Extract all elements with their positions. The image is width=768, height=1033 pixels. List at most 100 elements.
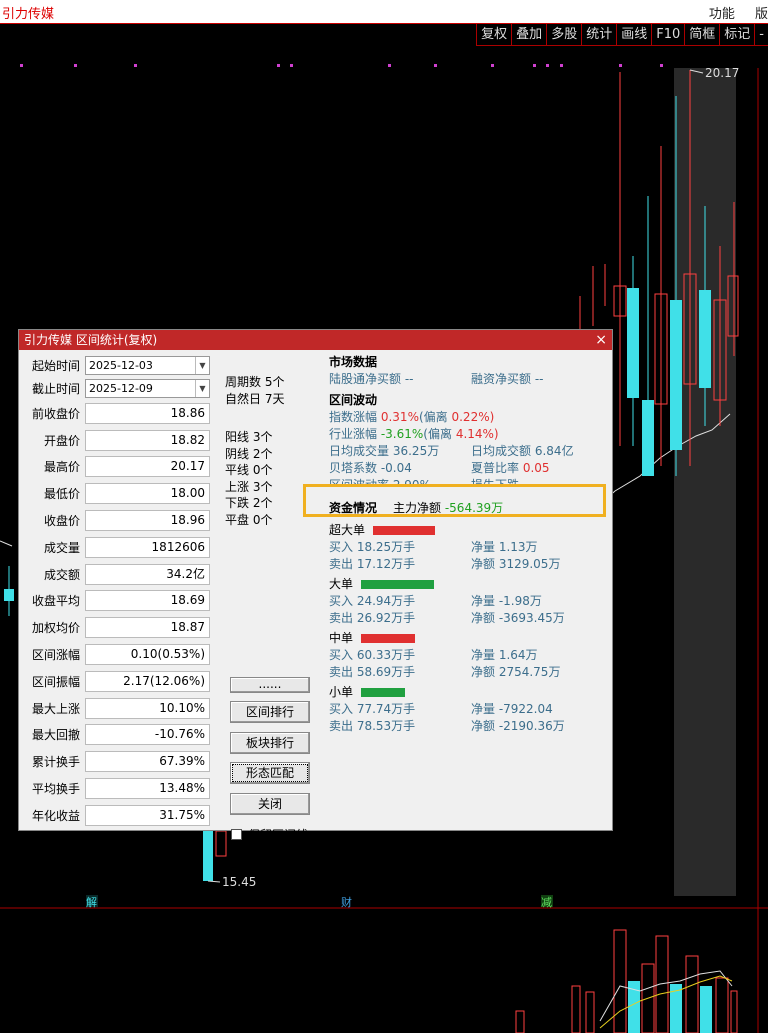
field-label: 区间振幅: [31, 674, 80, 689]
sharpe-value: 0.05: [522, 461, 550, 475]
toolbar-overlay-button[interactable]: 叠加: [511, 24, 547, 46]
field-value: 0.10(0.53%): [85, 644, 210, 666]
toolbar-fuquan-button[interactable]: 复权: [476, 24, 512, 46]
field-label: 最高价: [43, 460, 80, 475]
menu-function[interactable]: 功能: [709, 7, 735, 22]
industry-dev-value: 4.14%): [455, 427, 499, 441]
field-label: 加权均价: [31, 621, 80, 636]
chevron-down-icon[interactable]: ▼: [195, 380, 209, 397]
candle-stat: 阳线 3个: [225, 430, 273, 444]
toolbar-stats-button[interactable]: 统计: [581, 24, 617, 46]
field-value: 13.48%: [85, 778, 210, 800]
start-time-value: 2025-12-03: [89, 359, 153, 372]
volume-bars: [515, 929, 738, 1033]
keep-range-line-option[interactable]: 保留区间线: [231, 826, 308, 843]
group-buy: 买入 18.25万手: [329, 540, 416, 554]
group-net-vol: 净量 1.13万: [471, 540, 538, 554]
group-sell: 卖出 17.12万手: [329, 557, 416, 571]
field-value: 2.17(12.06%): [85, 670, 210, 692]
market-title: 市场数据: [329, 355, 378, 369]
menu-version[interactable]: 版: [755, 7, 768, 22]
group-sell: 卖出 78.53万手: [329, 719, 416, 733]
low-price-label: 15.45: [222, 875, 256, 889]
field-value: 34.2亿: [85, 563, 210, 585]
avg-amount-label: 日均成交额: [471, 444, 532, 458]
chevron-down-icon[interactable]: ▼: [195, 357, 209, 374]
keep-range-line-checkbox[interactable]: [231, 829, 242, 840]
industry-change-label: 行业涨幅: [329, 427, 378, 441]
margin-value: --: [534, 372, 544, 386]
group-net-amt: 净额 3129.05万: [471, 557, 561, 571]
stats-fields: 起始时间 2025-12-03 ▼ 截止时间 2025-12-09 ▼ 前收盘价 18…: [19, 354, 219, 829]
more-button[interactable]: ......: [230, 677, 310, 693]
field-label: 区间涨幅: [31, 648, 80, 663]
low-price-pointer: [207, 880, 221, 883]
group-title: 超大单: [329, 523, 366, 537]
group-net-vol: 净量 1.64万: [471, 648, 538, 662]
pattern-match-button[interactable]: 形态匹配: [230, 762, 310, 784]
field-label: 前收盘价: [31, 406, 80, 421]
avg-volume-value: 36.25万: [392, 444, 440, 458]
keep-range-line-label: 保留区间线: [248, 828, 309, 842]
field-value: 18.86: [85, 402, 210, 424]
marker-jie[interactable]: 解: [86, 895, 97, 909]
field-value: 1812606: [85, 536, 210, 558]
dialog-title: 引力传媒 区间统计(复权): [24, 333, 158, 347]
stock-name: 引力传媒: [2, 7, 55, 22]
top-menu: 功能 版: [709, 3, 768, 22]
beta-value: -0.04: [380, 461, 412, 475]
range-stats-dialog: 引力传媒 区间统计(复权) × 起始时间 2025-12-03 ▼ 截止时间 20…: [18, 329, 613, 842]
group-buy: 买入 24.94万手: [329, 594, 416, 608]
hk-connect-value: --: [404, 372, 414, 386]
field-label: 年化收益: [31, 808, 80, 823]
field-label: 开盘价: [43, 433, 80, 448]
toolbar-simple-frame-button[interactable]: 简框: [684, 24, 720, 46]
group-buy: 买入 60.33万手: [329, 648, 416, 662]
dialog-close-icon[interactable]: ×: [595, 330, 607, 350]
end-time-label: 截止时间: [31, 382, 80, 396]
candle-stat: 上涨 3个: [225, 479, 273, 494]
field-value: 18.82: [85, 429, 210, 451]
capital-highlight-box: [303, 484, 606, 517]
selected-range-band: [674, 68, 736, 896]
start-time-picker[interactable]: 2025-12-03 ▼: [85, 356, 210, 375]
field-label: 成交量: [43, 540, 80, 555]
group-bar: [361, 634, 416, 643]
toolbar-multi-stock-button[interactable]: 多股: [546, 24, 582, 46]
toolbar-more-button[interactable]: -: [754, 24, 768, 46]
group-net-amt: 净额 -3693.45万: [471, 611, 565, 625]
dialog-titlebar[interactable]: 引力传媒 区间统计(复权) ×: [19, 330, 612, 350]
index-dev-value: 0.22%): [451, 410, 495, 424]
sharpe-label: 夏普比率: [471, 461, 520, 475]
capital-group-l: 大单 买入 24.94万手 净量 -1.98万 卖出 26.92万手 净额 -369…: [329, 576, 609, 627]
market-panel: 市场数据 陆股通净买额 -- 融资净买额 -- 区间波动 指数涨幅 0.31%(…: [329, 354, 609, 735]
field-label: 平均换手: [31, 782, 80, 797]
period-count: 周期数 5个: [225, 375, 285, 389]
range-rank-button[interactable]: 区间排行: [230, 701, 310, 723]
industry-change-value: -3.61%: [380, 427, 424, 441]
index-change-label: 指数涨幅: [329, 410, 378, 424]
top-event-dots: [20, 64, 663, 67]
marker-cai[interactable]: 财: [341, 895, 352, 909]
field-label: 成交额: [43, 567, 80, 582]
toolbar-draw-button[interactable]: 画线: [616, 24, 652, 46]
end-time-picker[interactable]: 2025-12-09 ▼: [85, 379, 210, 398]
group-bar: [361, 688, 406, 697]
group-net-amt: 净额 -2190.36万: [471, 719, 565, 733]
field-value: 18.87: [85, 617, 210, 639]
sector-rank-button[interactable]: 板块排行: [230, 731, 310, 754]
start-time-label: 起始时间: [31, 359, 80, 373]
group-buy: 买入 77.74万手: [329, 702, 416, 716]
field-label: 最大上涨: [31, 701, 80, 716]
candle-stat: 下跌 2个: [225, 496, 273, 510]
close-button[interactable]: 关闭: [230, 792, 310, 815]
avg-volume-label: 日均成交量: [329, 444, 390, 458]
marker-jian[interactable]: 减: [541, 896, 552, 909]
group-title: 大单: [329, 577, 354, 591]
toolbar-f10-button[interactable]: F10: [651, 24, 685, 46]
field-value: 18.00: [85, 483, 210, 505]
period-stats: 周期数 5个 自然日 7天 阳线 3个 阴线 2个 平线 0个 上涨 3个 下跌…: [225, 374, 315, 528]
hk-connect-label: 陆股通净买额: [329, 372, 402, 386]
toolbar-mark-button[interactable]: 标记: [719, 24, 755, 46]
dialog-buttons: ...... 区间排行 板块排行 形态匹配 关闭: [230, 677, 310, 823]
